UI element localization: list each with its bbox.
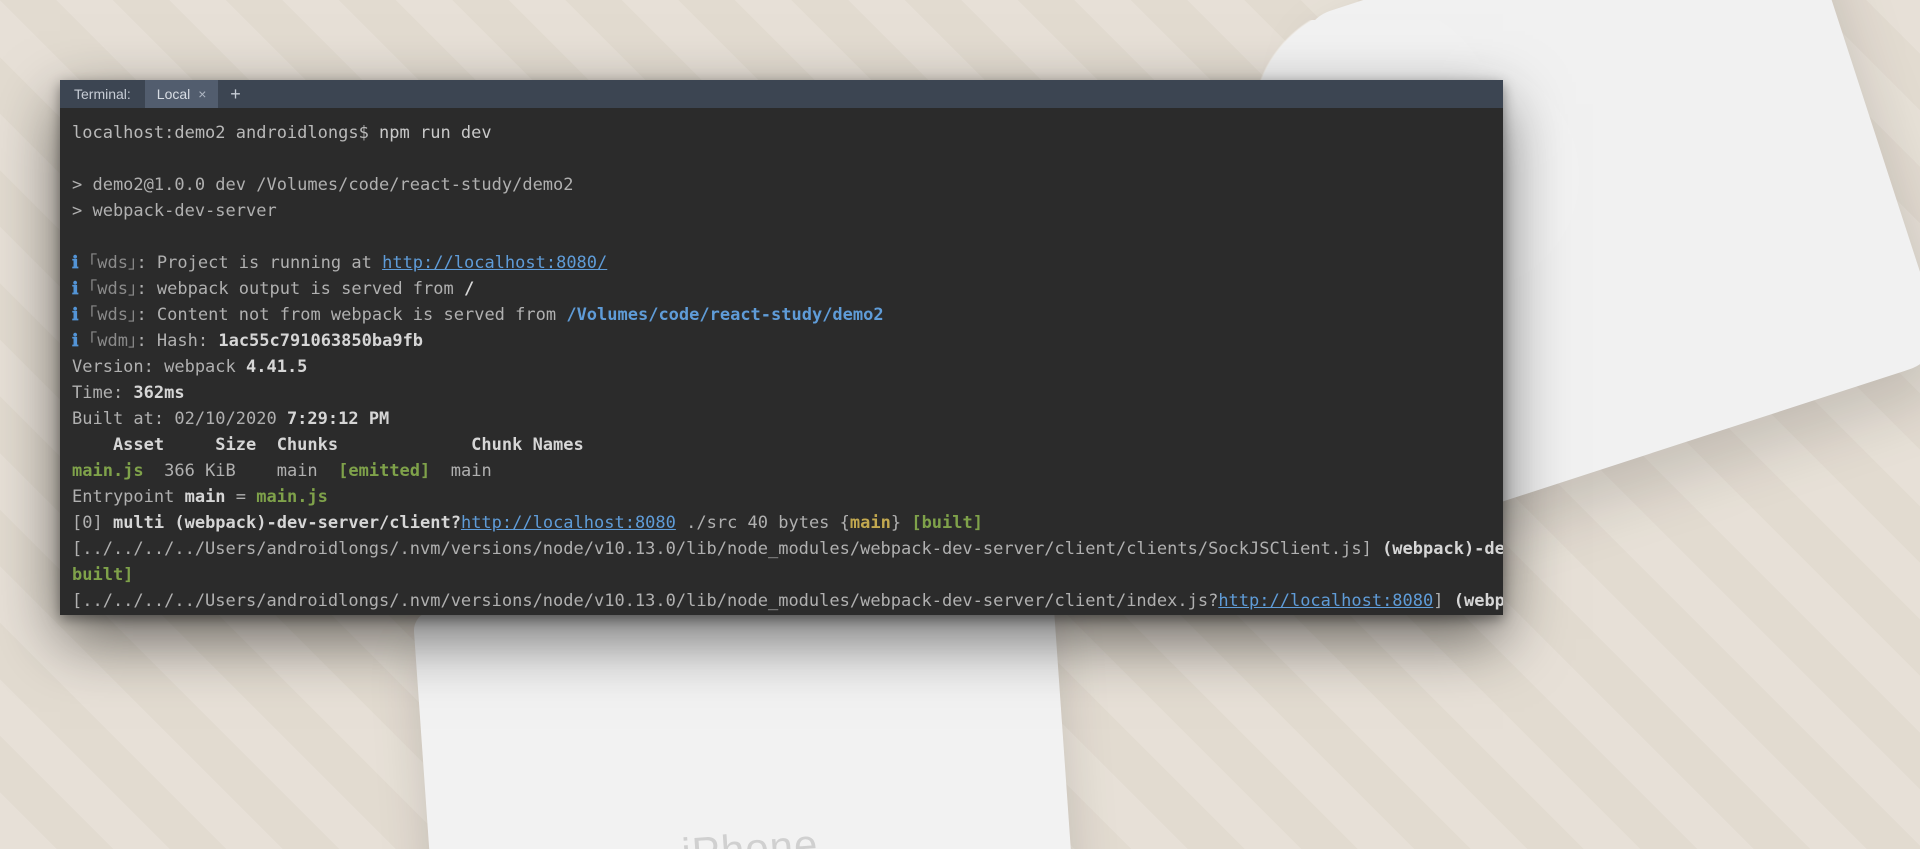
webpack-version: 4.41.5: [246, 357, 307, 377]
emitted-tag: [emitted]: [318, 461, 451, 481]
phone-box-label: iPhone: [680, 820, 820, 849]
build-timestamp: 7:29:12 PM: [287, 409, 389, 429]
built-tag: built]: [72, 565, 133, 585]
asset-table-header: Asset Size Chunks Chunk Names: [72, 435, 584, 455]
terminal-tabbar: Terminal: Local × +: [60, 80, 1503, 108]
build-time: 362ms: [133, 383, 184, 403]
asset-name: main.js: [72, 461, 144, 481]
content-path: /Volumes/code/react-study/demo2: [566, 305, 883, 325]
terminal-tab-local[interactable]: Local ×: [145, 80, 219, 108]
command: npm run dev: [379, 123, 492, 143]
npm-line: > demo2@1.0.0 dev /Volumes/code/react-st…: [72, 175, 574, 195]
server-url-link[interactable]: http://localhost:8080/: [382, 253, 607, 273]
module-path: [../../../../Users/androidlongs/.nvm/ver…: [72, 539, 1382, 559]
prompt: localhost:demo2 androidlongs$: [72, 123, 379, 143]
terminal-title: Terminal:: [60, 80, 145, 108]
terminal-window: Terminal: Local × + localhost:demo2 andr…: [60, 80, 1503, 615]
built-tag: [built]: [911, 513, 983, 533]
module-path: [../../../../Users/androidlongs/.nvm/ver…: [72, 591, 1218, 611]
terminal-output[interactable]: localhost:demo2 androidlongs$ npm run de…: [60, 108, 1503, 615]
build-hash: 1ac55c791063850ba9fb: [218, 331, 423, 351]
entry-file: main.js: [256, 487, 328, 507]
close-icon[interactable]: ×: [198, 87, 206, 101]
module-url-link[interactable]: http://localhost:8080: [1218, 591, 1433, 611]
npm-line: > webpack-dev-server: [72, 201, 277, 221]
plus-icon: +: [230, 84, 241, 105]
new-tab-button[interactable]: +: [218, 80, 252, 108]
module-url-link[interactable]: http://localhost:8080: [461, 513, 676, 533]
terminal-tab-label: Local: [157, 86, 190, 102]
